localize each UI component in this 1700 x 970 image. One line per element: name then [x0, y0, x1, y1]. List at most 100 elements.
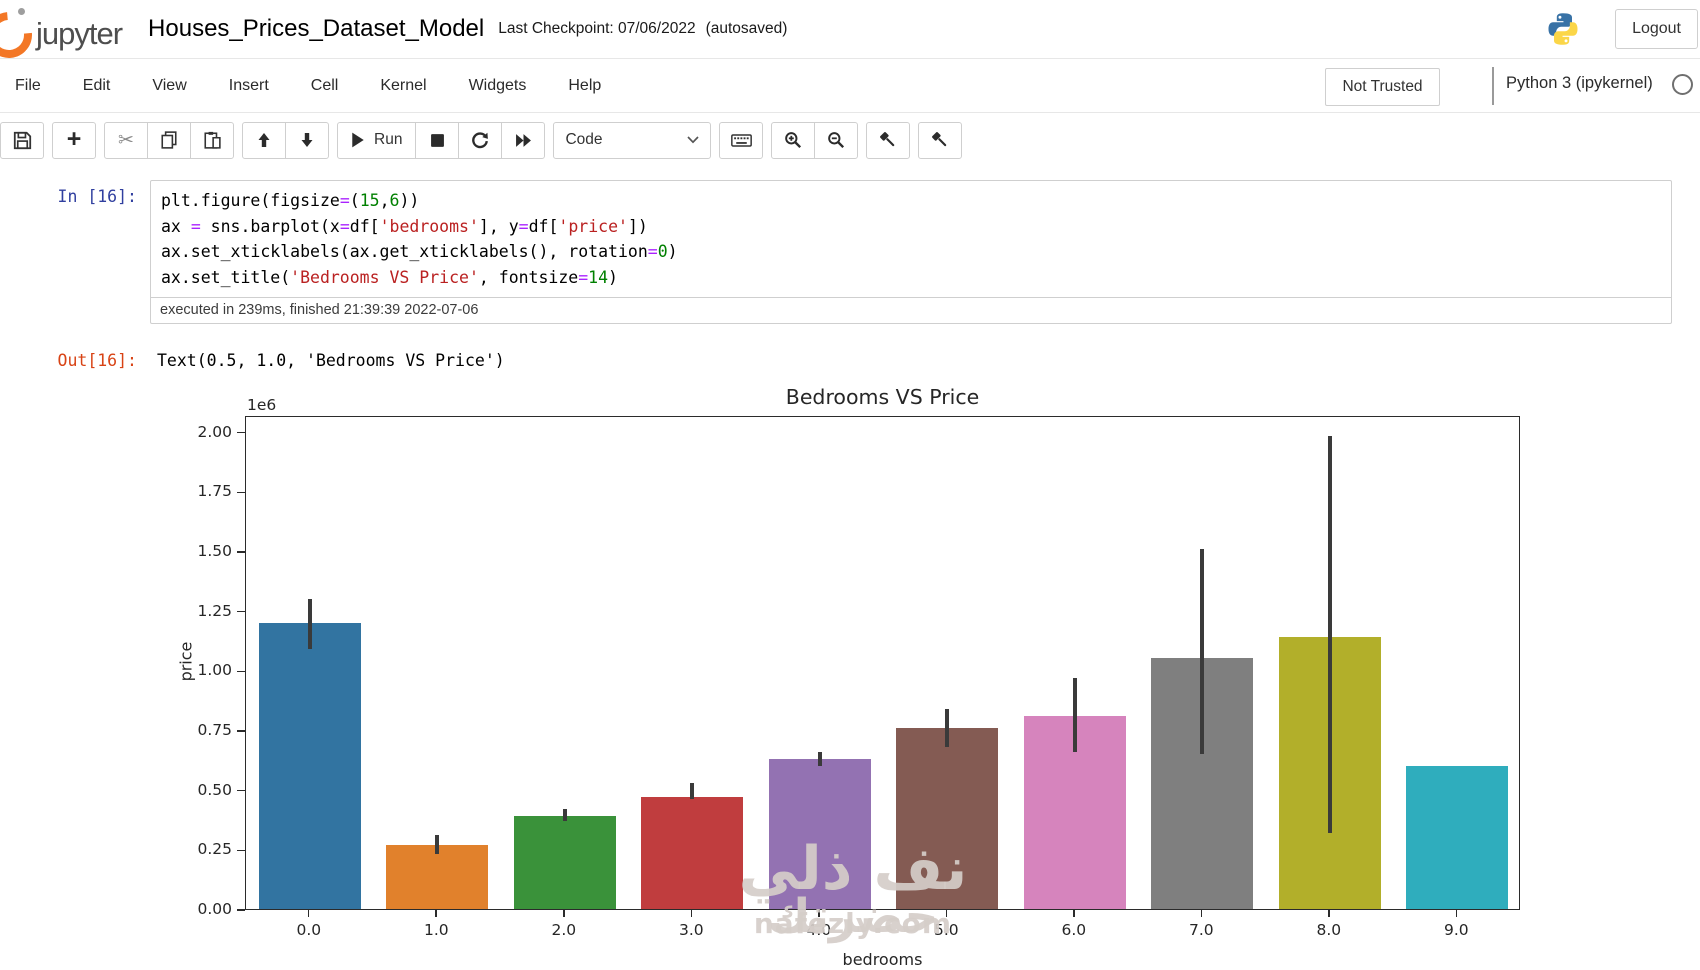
move-cell-up-button[interactable]: [242, 121, 286, 159]
menu-kernel[interactable]: Kernel: [359, 77, 447, 95]
zoom-out-icon: [827, 131, 845, 149]
cut-icon: ✂: [118, 129, 134, 151]
toolbar: + ✂ Run Code: [0, 113, 1700, 167]
cut-cell-button[interactable]: ✂: [104, 121, 148, 159]
menu-cell[interactable]: Cell: [290, 77, 360, 95]
chart-title: Bedrooms VS Price: [785, 385, 980, 409]
kernel-name: Python 3 (ipykernel): [1506, 74, 1653, 92]
x-tick: [307, 910, 310, 917]
code-line: ax.set_title('Bedrooms VS Price', fontsi…: [161, 267, 618, 287]
restart-kernel-icon: [471, 131, 489, 149]
interrupt-kernel-button[interactable]: [415, 121, 460, 159]
plot-area: [245, 416, 1520, 910]
save-button[interactable]: [0, 121, 44, 159]
y-tick-label: 0.50: [197, 780, 232, 799]
jupyter-logo[interactable]: jupyter: [0, 2, 123, 68]
cell-type-dropdown[interactable]: Code: [553, 121, 712, 159]
zoom-out-button[interactable]: [814, 121, 859, 159]
y-tick-label: 0.00: [197, 900, 232, 918]
error-bar-0.0: [307, 598, 312, 649]
gavel-icon: [931, 131, 949, 149]
menu-insert[interactable]: Insert: [208, 77, 290, 95]
error-bar-5.0: [945, 708, 950, 747]
y-tick: [237, 909, 245, 911]
code-editor[interactable]: plt.figure(figsize=(15,6)) ax = sns.barpl…: [151, 181, 1671, 297]
error-bar-8.0: [1327, 436, 1332, 833]
copy-cell-button[interactable]: [147, 121, 191, 159]
x-tick-label: 4.0: [806, 921, 832, 939]
x-axis-label: bedrooms: [842, 950, 923, 969]
trust-status-button[interactable]: Not Trusted: [1325, 68, 1440, 106]
x-tick-label: 0.0: [296, 921, 322, 939]
add-cell-button[interactable]: +: [52, 121, 96, 159]
menu-widgets[interactable]: Widgets: [448, 77, 548, 95]
output-row: Out[16]: Text(0.5, 1.0, 'Bedrooms VS Pri…: [0, 344, 1700, 370]
run-cell-button[interactable]: Run: [337, 121, 417, 159]
error-bar-1.0: [435, 835, 440, 855]
paste-cell-button[interactable]: [190, 121, 234, 159]
cell-type-value: Code: [565, 131, 603, 148]
run-label: Run: [374, 131, 403, 148]
move-down-icon: [299, 132, 315, 148]
y-tick-label: 1.75: [197, 482, 232, 501]
python-logo-icon: [1545, 11, 1581, 47]
gavel-icon: [879, 131, 897, 149]
x-tick-label: 1.0: [423, 921, 449, 939]
restart-run-all-button[interactable]: [501, 121, 546, 159]
bar-2.0: [513, 815, 616, 909]
x-tick: [1073, 910, 1075, 917]
nbextension-gavel-button[interactable]: [866, 121, 911, 159]
x-tick-label: 6.0: [1061, 921, 1087, 939]
error-bar-3.0: [690, 782, 695, 800]
kernel-divider: [1492, 67, 1494, 105]
notebook-title[interactable]: Houses_Prices_Dataset_Model: [148, 15, 484, 43]
paste-icon: [203, 131, 221, 149]
bar-1.0: [386, 844, 489, 909]
restart-run-all-icon: [515, 133, 532, 148]
y-tick-label: 0.25: [197, 840, 232, 859]
y-tick: [237, 431, 245, 434]
logout-button[interactable]: Logout: [1615, 9, 1698, 49]
x-tick-label: 2.0: [551, 921, 577, 939]
menu-file[interactable]: File: [0, 77, 62, 95]
x-tick: [1328, 910, 1330, 917]
y-tick: [237, 730, 245, 732]
bar-5.0: [896, 727, 999, 909]
restart-kernel-button[interactable]: [458, 121, 503, 159]
x-tick: [945, 910, 948, 917]
x-tick-label: 9.0: [1443, 921, 1469, 939]
y-tick: [237, 491, 245, 494]
x-tick-label: 5.0: [933, 921, 959, 939]
bar-3.0: [641, 796, 744, 909]
x-tick: [818, 910, 820, 917]
menu-edit[interactable]: Edit: [62, 77, 132, 95]
y-tick: [237, 610, 245, 613]
code-line: plt.figure(figsize=(15,6)): [161, 191, 420, 210]
code-line: ax = sns.barplot(x=df['bedrooms'], y=df[…: [161, 216, 648, 236]
y-tick-label: 2.00: [197, 422, 232, 441]
x-tick: [690, 910, 693, 917]
jupyter-brand-text: jupyter: [36, 16, 123, 51]
nbextension-gavel-button-2[interactable]: [918, 121, 963, 159]
move-cell-down-button[interactable]: [285, 121, 329, 159]
menu-help[interactable]: Help: [547, 77, 622, 95]
y-tick: [237, 789, 245, 792]
y-tick: [237, 670, 245, 673]
error-bar-2.0: [562, 808, 567, 821]
command-palette-button[interactable]: [719, 121, 764, 159]
save-icon: [13, 131, 32, 150]
x-tick: [1200, 910, 1203, 917]
error-bar-6.0: [1072, 677, 1077, 752]
error-bar-7.0: [1200, 548, 1205, 754]
y-tick-label: 1.00: [197, 661, 232, 680]
watermark-line3: nafezly.com: [753, 907, 953, 940]
zoom-in-icon: [784, 131, 802, 149]
add-cell-icon: +: [66, 124, 82, 153]
autosave-status: (autosaved): [705, 20, 788, 37]
menu-view[interactable]: View: [131, 77, 207, 95]
bar-0.0: [258, 622, 361, 909]
y-tick-label: 1.25: [197, 601, 232, 620]
zoom-in-button[interactable]: [771, 121, 816, 159]
error-bar-4.0: [817, 751, 822, 766]
x-tick: [563, 910, 565, 917]
